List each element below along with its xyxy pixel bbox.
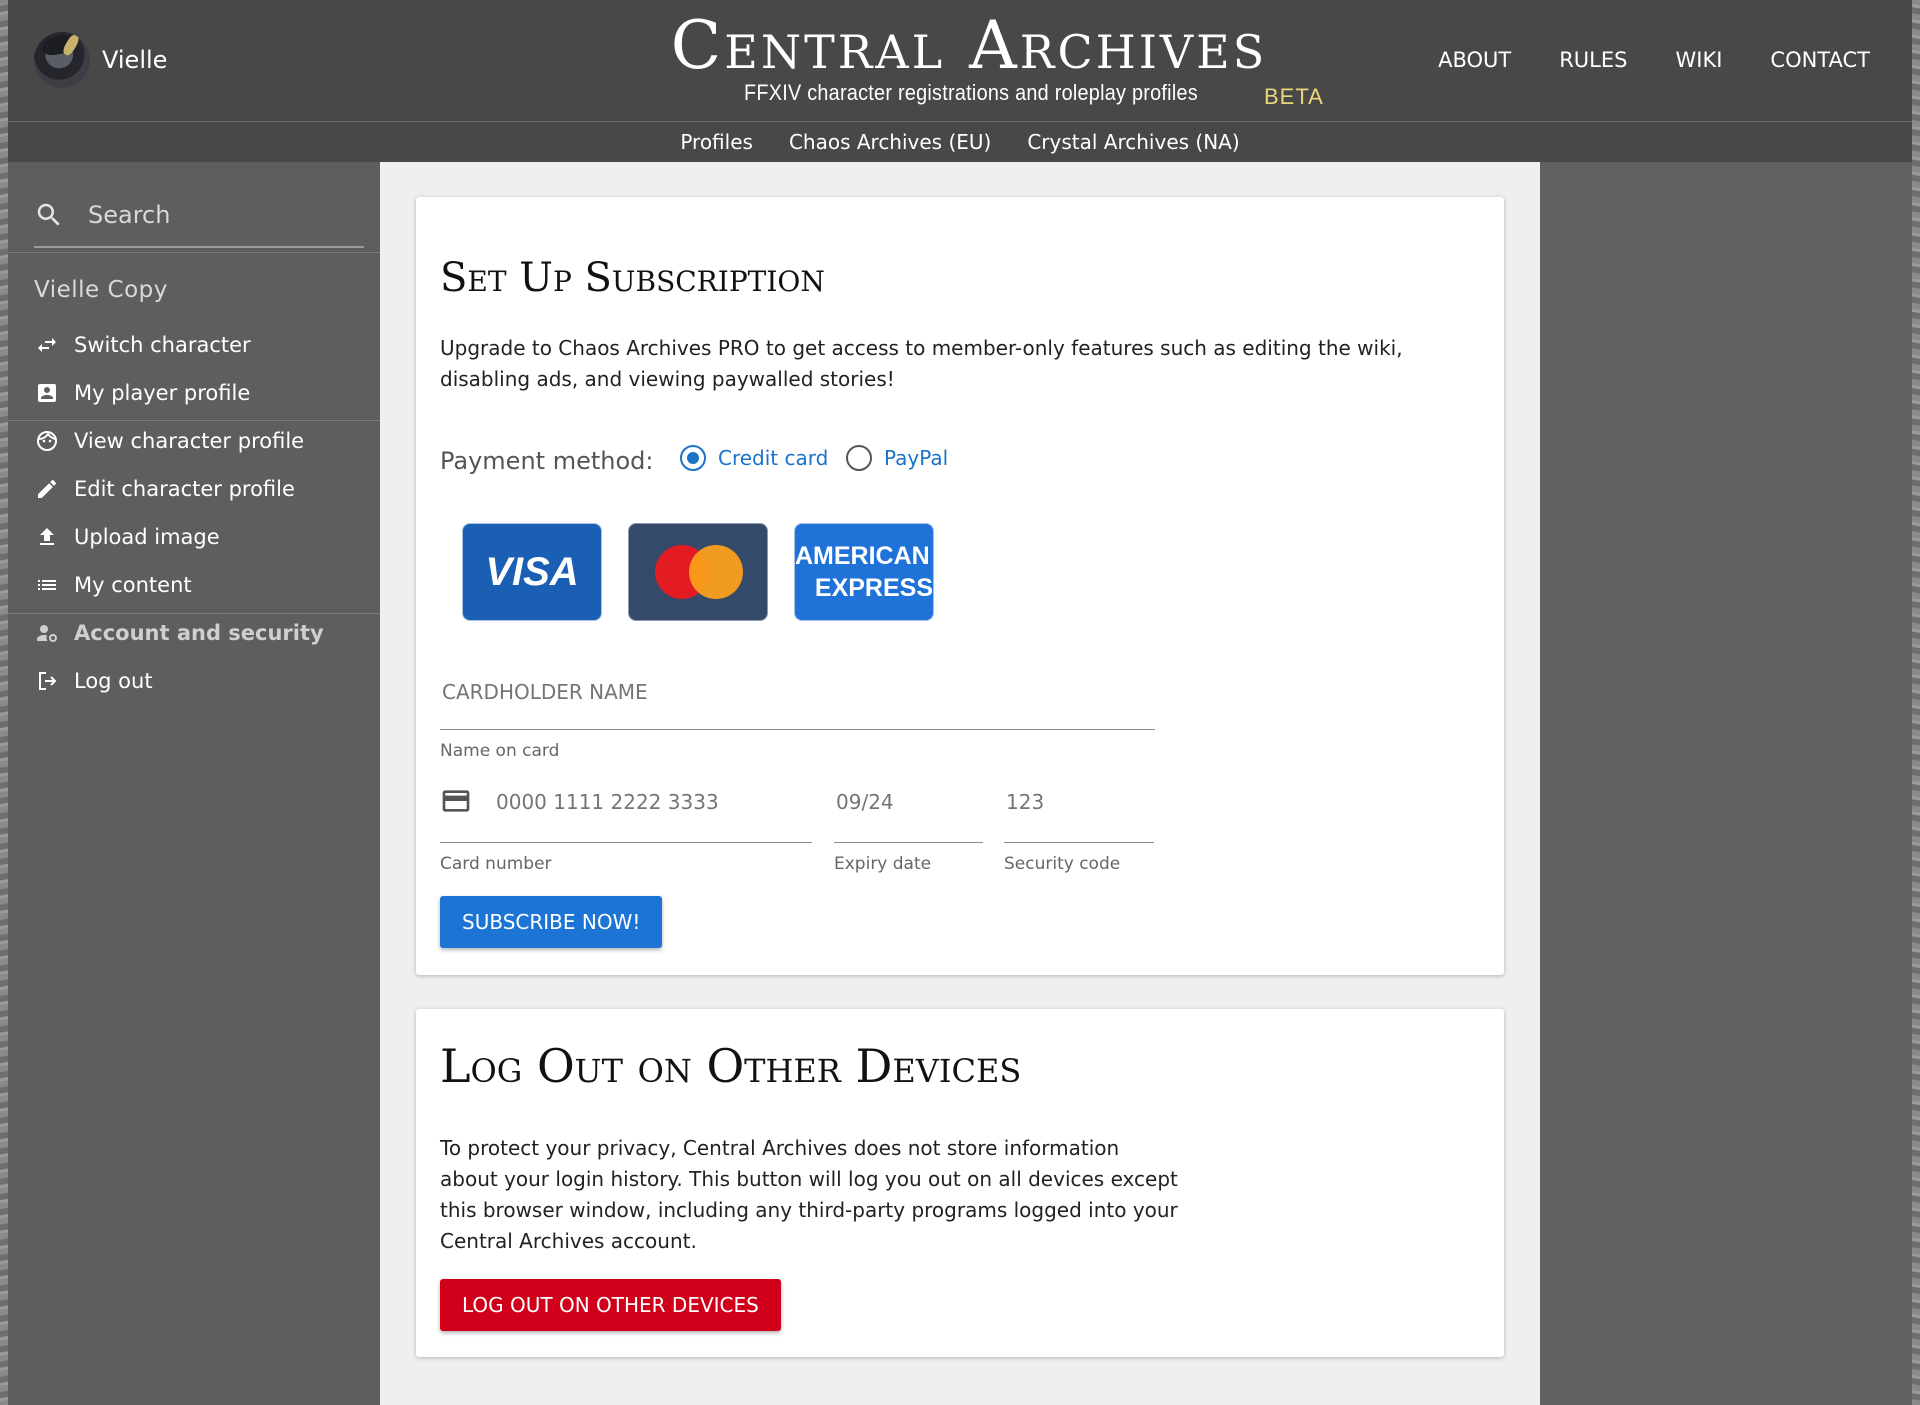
security-code-input[interactable] (1004, 789, 1148, 815)
sidebar-item-label: My player profile (74, 381, 251, 405)
face-icon (34, 428, 60, 454)
sidebar-divider (8, 613, 380, 614)
avatar (34, 32, 90, 88)
card-number-label: Card number (440, 854, 552, 874)
radio-checked-icon (680, 445, 706, 471)
sidebar: Vielle Copy Switch character My player p… (8, 162, 380, 1405)
credit-card-icon (440, 785, 472, 821)
payment-method-label: Payment method: (440, 447, 654, 475)
amex-text-line1: AMERICAN (795, 542, 930, 570)
visa-text: VISA (485, 549, 579, 594)
subscription-card: Set Up Subscription Upgrade to Chaos Arc… (416, 197, 1504, 975)
search-input[interactable] (86, 200, 350, 230)
beta-badge: BETA (1264, 84, 1324, 109)
sidebar-item-edit-character-profile[interactable]: Edit character profile (34, 476, 295, 502)
sidebar-item-label: Upload image (74, 525, 220, 549)
nav-about[interactable]: ABOUT (1438, 48, 1511, 72)
amex-logo: AMERICAN EXPRESS (794, 523, 934, 621)
sidebar-item-log-out[interactable]: Log out (34, 668, 153, 694)
logout-icon (34, 668, 60, 694)
sidebar-item-my-content[interactable]: My content (34, 572, 192, 598)
right-panel (1540, 162, 1912, 1405)
sidebar-item-player-profile[interactable]: My player profile (34, 380, 250, 406)
mastercard-logo (628, 523, 768, 621)
sidebar-item-label: My content (74, 573, 192, 597)
subscription-description: Upgrade to Chaos Archives PRO to get acc… (440, 336, 1403, 391)
cardholder-label: Name on card (440, 741, 560, 761)
card-number-input[interactable] (494, 789, 778, 815)
main-content: Set Up Subscription Upgrade to Chaos Arc… (380, 162, 1540, 1405)
radio-unchecked-icon (846, 445, 872, 471)
subscription-title: Set Up Subscription (440, 255, 825, 301)
sidebar-divider (8, 252, 380, 253)
sidebar-item-view-character-profile[interactable]: View character profile (34, 428, 304, 454)
nav-rules[interactable]: RULES (1559, 48, 1627, 72)
sidebar-item-upload-image[interactable]: Upload image (34, 524, 220, 550)
sidebar-divider (8, 420, 380, 421)
amex-text-line2: EXPRESS (814, 574, 933, 602)
sidebar-item-label: Edit character profile (74, 477, 295, 501)
radio-label: Credit card (718, 446, 829, 470)
expiry-underline (834, 842, 983, 843)
user-menu[interactable]: Vielle (34, 32, 167, 88)
search-icon (37, 203, 60, 226)
search-box (34, 184, 364, 248)
security-code-label: Security code (1004, 854, 1121, 874)
sidebar-item-label: Switch character (74, 333, 251, 357)
upload-icon (34, 524, 60, 550)
expiry-date-label: Expiry date (834, 854, 932, 874)
cardholder-name-input[interactable] (440, 679, 1144, 705)
radio-credit-card[interactable]: Credit card (680, 445, 828, 471)
site-title[interactable]: Central Archives (614, 6, 1324, 86)
subscribe-button[interactable]: SUBSCRIBE NOW! (440, 896, 663, 948)
sidebar-item-label: View character profile (74, 429, 305, 453)
sidebar-item-switch-character[interactable]: Switch character (34, 332, 251, 358)
swap-icon (34, 332, 60, 358)
account-box-icon (34, 380, 60, 406)
mastercard-orange-circle (689, 545, 743, 599)
radio-paypal[interactable]: PayPal (846, 445, 948, 471)
card-number-underline (440, 842, 812, 843)
site-subtitle: FFXIV character registrations and rolepl… (744, 80, 1198, 105)
logout-devices-description: To protect your privacy, Central Archive… (440, 1136, 1178, 1253)
subnav-crystal-archives[interactable]: Crystal Archives (NA) (1027, 130, 1239, 154)
character-name: Vielle Copy (34, 277, 168, 303)
account-cog-icon (34, 620, 60, 646)
sidebar-item-label: Log out (74, 669, 153, 693)
list-icon (34, 572, 60, 598)
sub-nav: Profiles Chaos Archives (EU) Crystal Arc… (8, 122, 1912, 162)
cardholder-underline (440, 729, 1155, 730)
nav-wiki[interactable]: WIKI (1675, 48, 1722, 72)
logout-devices-title: Log Out on Other Devices (440, 1039, 1022, 1093)
nav-contact[interactable]: CONTACT (1770, 48, 1870, 72)
subnav-profiles[interactable]: Profiles (680, 130, 753, 154)
expiry-date-input[interactable] (834, 789, 978, 815)
user-name: Vielle (102, 46, 168, 74)
logout-other-devices-button[interactable]: LOG OUT ON OTHER DEVICES (440, 1279, 781, 1331)
sidebar-item-label: Account and security (74, 621, 324, 645)
pencil-icon (34, 476, 60, 502)
logout-devices-card: Log Out on Other Devices To protect your… (416, 1009, 1504, 1357)
sidebar-item-account-security[interactable]: Account and security (34, 620, 324, 646)
security-code-underline (1004, 842, 1154, 843)
site-header: Vielle Central Archives FFXIV character … (8, 0, 1912, 122)
subnav-chaos-archives[interactable]: Chaos Archives (EU) (789, 130, 991, 154)
top-nav: ABOUT RULES WIKI CONTACT (1438, 48, 1870, 72)
visa-logo: VISA (462, 523, 602, 621)
radio-label: PayPal (884, 446, 949, 470)
